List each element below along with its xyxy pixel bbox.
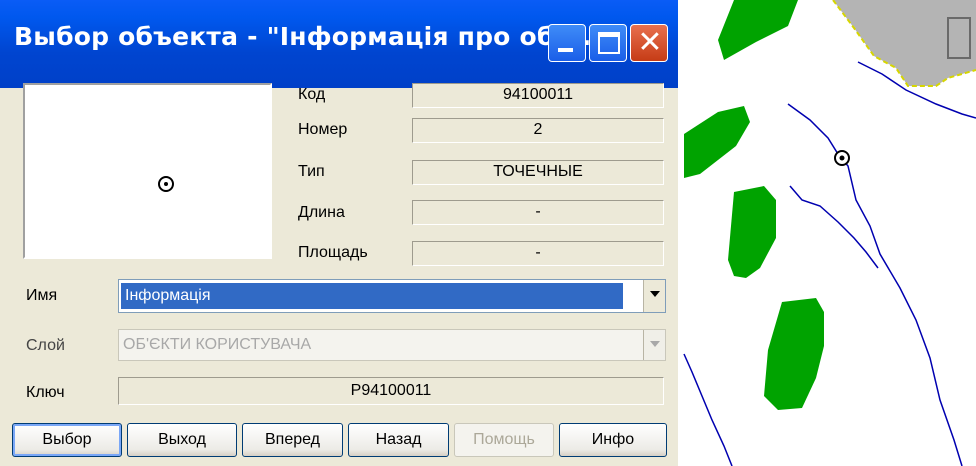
layer-combo[interactable]: ОБ'ЄКТИ КОРИСТУВАЧА — [118, 329, 666, 361]
back-button[interactable]: Назад — [348, 423, 449, 457]
code-label: Код — [298, 86, 326, 103]
map-object-marker[interactable] — [834, 150, 850, 166]
map-canvas[interactable] — [678, 0, 976, 466]
name-combo[interactable]: Інформація — [118, 279, 666, 313]
number-value: 2 — [412, 118, 664, 143]
select-object-dialog: Выбор объекта - "Інформація про об'... ✕… — [0, 0, 678, 466]
help-button[interactable]: Помощь — [454, 423, 554, 457]
name-combo-value: Інформація — [121, 283, 623, 309]
object-preview — [23, 83, 272, 259]
area-label: Площадь — [298, 244, 368, 261]
type-value: ТОЧЕЧНЫЕ — [412, 160, 664, 185]
title-bar[interactable]: Выбор объекта - "Інформація про об'... ✕ — [0, 0, 678, 88]
maximize-button[interactable] — [589, 24, 627, 62]
minimize-icon — [558, 48, 573, 52]
close-icon: ✕ — [637, 25, 663, 60]
chevron-down-icon[interactable] — [643, 280, 665, 312]
length-value: - — [412, 200, 664, 225]
type-label: Тип — [298, 163, 325, 180]
chevron-down-icon — [643, 330, 665, 360]
info-button[interactable]: Инфо — [559, 423, 667, 457]
exit-button[interactable]: Выход — [127, 423, 237, 457]
maximize-icon — [598, 32, 620, 54]
layer-label: Слой — [26, 337, 65, 354]
length-label: Длина — [298, 204, 345, 221]
name-label: Имя — [26, 287, 58, 304]
area-value: - — [412, 241, 664, 266]
window-title: Выбор объекта - "Інформація про об'... — [14, 22, 592, 51]
key-label: Ключ — [26, 384, 65, 401]
code-value: 94100011 — [412, 83, 664, 108]
minimize-button[interactable] — [548, 24, 586, 62]
select-button[interactable]: Выбор — [12, 423, 122, 457]
close-button[interactable]: ✕ — [630, 24, 668, 62]
point-symbol-icon — [158, 176, 174, 192]
forward-button[interactable]: Вперед — [242, 423, 343, 457]
key-value: P94100011 — [118, 377, 664, 405]
number-label: Номер — [298, 121, 348, 138]
layer-combo-value: ОБ'ЄКТИ КОРИСТУВАЧА — [123, 336, 312, 353]
